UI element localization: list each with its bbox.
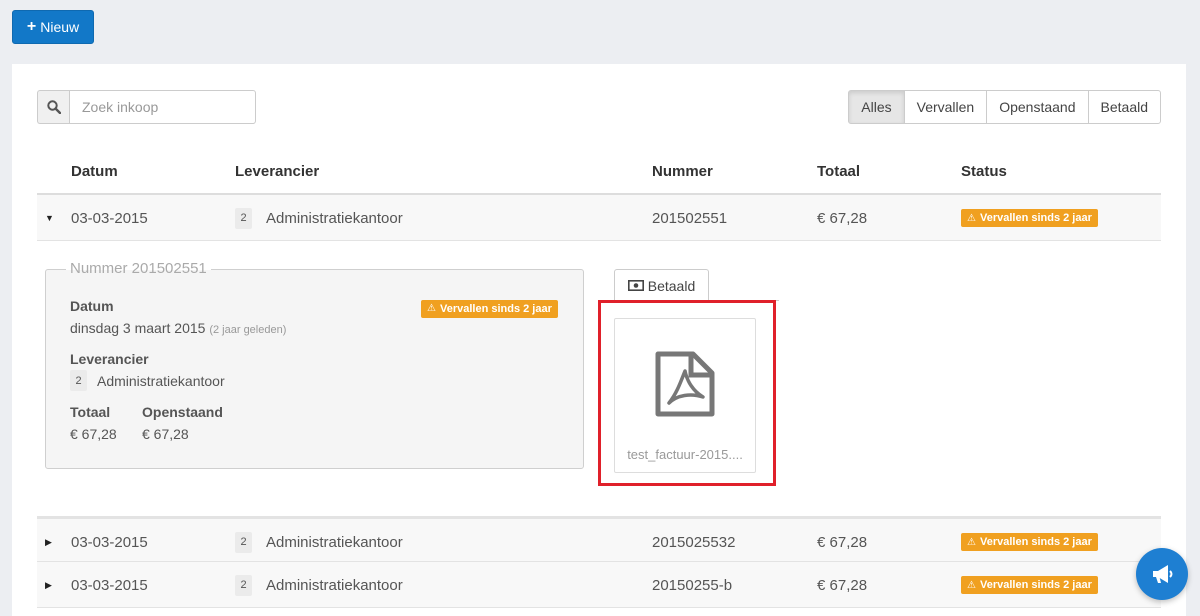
tab-betaald-label: Betaald <box>647 277 696 294</box>
row-datum: 03-03-2015 <box>71 533 148 551</box>
filter-betaald[interactable]: Betaald <box>1087 90 1161 124</box>
row-nummer: 20150255-b <box>652 576 733 594</box>
row-nummer: 201502551 <box>652 209 728 227</box>
new-button-label: Nieuw <box>40 19 80 35</box>
row-leverancier: Administratiekantoor <box>266 209 403 227</box>
row-status-cell: ⚠ Vervallen sinds 2 jaar <box>961 562 1098 608</box>
status-text: Vervallen sinds 2 jaar <box>979 536 1092 548</box>
datum-value: dinsdag 3 maart 2015 <box>70 320 206 336</box>
table-row[interactable]: ▶ 03-03-2015 2 Administratiekantoor 2015… <box>37 516 1161 562</box>
header-totaal[interactable]: Totaal <box>817 150 860 193</box>
header-status[interactable]: Status <box>961 150 1007 193</box>
details-legend: Nummer 201502551 <box>66 260 211 278</box>
supplier-badge: 2 <box>70 370 87 391</box>
row-nummer: 2015025532 <box>652 533 736 551</box>
leverancier-label: Leverancier <box>70 351 149 367</box>
new-button[interactable]: + Nieuw <box>12 10 94 44</box>
row-totaal: € 67,28 <box>817 533 868 551</box>
megaphone-icon <box>1153 565 1173 583</box>
search-input[interactable] <box>69 90 256 124</box>
header-leverancier[interactable]: Leverancier <box>235 150 319 193</box>
supplier-badge: 2 <box>235 574 252 596</box>
warning-icon: ⚠ <box>967 579 976 591</box>
leverancier-value-line: 2 Administratiekantoor <box>70 370 225 391</box>
openstaand-value: € 67,28 <box>142 426 189 442</box>
row-datum: 03-03-2015 <box>71 576 148 594</box>
totaal-label: Totaal <box>70 404 111 420</box>
search-icon[interactable] <box>37 90 69 124</box>
warning-icon: ⚠ <box>427 303 436 314</box>
datum-relative: (2 jaar geleden) <box>209 324 287 336</box>
leverancier-value: Administratiekantoor <box>97 372 225 389</box>
search-group <box>37 90 256 124</box>
invoice-details: Nummer 201502551 Datum dinsdag 3 maart 2… <box>45 260 584 469</box>
status-badge: ⚠ Vervallen sinds 2 jaar <box>961 209 1098 227</box>
row-totaal: € 67,28 <box>817 209 868 227</box>
status-text: Vervallen sinds 2 jaar <box>979 212 1092 224</box>
table-header: Datum Leverancier Nummer Totaal Status <box>37 150 1161 195</box>
row-datum: 03-03-2015 <box>71 209 148 227</box>
datum-label: Datum <box>70 298 114 314</box>
purchases-panel: Alles Vervallen Openstaand Betaald Datum… <box>12 64 1186 616</box>
status-text: Vervallen sinds 2 jaar <box>439 302 552 315</box>
header-datum[interactable]: Datum <box>71 150 118 193</box>
warning-icon: ⚠ <box>967 536 976 548</box>
filter-alles[interactable]: Alles <box>848 90 905 124</box>
announcements-button[interactable] <box>1136 548 1188 600</box>
caret-down-icon[interactable]: ▼ <box>45 195 54 241</box>
plus-icon: + <box>26 18 37 35</box>
row-totaal: € 67,28 <box>817 576 868 594</box>
row-leverancier-cell: 2 Administratiekantoor <box>235 519 403 565</box>
status-badge: ⚠ Vervallen sinds 2 jaar <box>961 576 1098 594</box>
filter-vervallen[interactable]: Vervallen <box>903 90 988 124</box>
totaal-value: € 67,28 <box>70 426 117 442</box>
money-icon <box>627 280 644 291</box>
header-nummer[interactable]: Nummer <box>652 150 713 193</box>
filter-openstaand[interactable]: Openstaand <box>986 90 1089 124</box>
status-text: Vervallen sinds 2 jaar <box>979 579 1092 591</box>
row-detail: Nummer 201502551 Datum dinsdag 3 maart 2… <box>37 241 1161 516</box>
row-leverancier-cell: 2 Administratiekantoor <box>235 195 403 241</box>
detail-status-wrap: ⚠ Vervallen sinds 2 jaar <box>421 298 558 318</box>
warning-icon: ⚠ <box>967 212 976 224</box>
table-row[interactable]: ▶ 03-03-2015 2 Administratiekantoor 2015… <box>37 562 1161 608</box>
row-status-cell: ⚠ Vervallen sinds 2 jaar <box>961 195 1098 241</box>
row-leverancier: Administratiekantoor <box>266 576 403 594</box>
status-filter-group: Alles Vervallen Openstaand Betaald <box>848 90 1161 124</box>
supplier-badge: 2 <box>235 207 252 229</box>
caret-right-icon[interactable]: ▶ <box>45 519 52 565</box>
tab-betaald[interactable]: Betaald <box>614 269 709 301</box>
row-leverancier: Administratiekantoor <box>266 533 403 551</box>
highlight-box <box>598 300 776 486</box>
row-leverancier-cell: 2 Administratiekantoor <box>235 562 403 608</box>
supplier-badge: 2 <box>235 531 252 553</box>
table-row[interactable]: ▼ 03-03-2015 2 Administratiekantoor 2015… <box>37 195 1161 241</box>
status-badge: ⚠ Vervallen sinds 2 jaar <box>421 299 558 318</box>
caret-right-icon[interactable]: ▶ <box>45 562 52 608</box>
row-status-cell: ⚠ Vervallen sinds 2 jaar <box>961 519 1098 565</box>
datum-value-line: dinsdag 3 maart 2015 (2 jaar geleden) <box>70 320 286 336</box>
openstaand-label: Openstaand <box>142 404 223 420</box>
status-badge: ⚠ Vervallen sinds 2 jaar <box>961 533 1098 551</box>
